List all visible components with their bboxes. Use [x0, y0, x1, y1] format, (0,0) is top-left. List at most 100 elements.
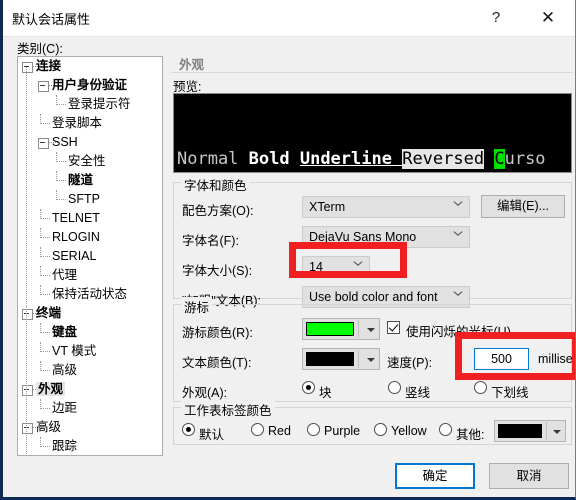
preview-text-segment	[484, 149, 494, 169]
tree-connector	[40, 294, 50, 295]
cancel-button[interactable]: 取消	[489, 463, 569, 489]
tree-item-label: 用户身份验证	[52, 78, 128, 92]
tree-item[interactable]: VT 模式	[18, 342, 162, 361]
tree-item[interactable]: TELNET	[18, 209, 162, 228]
divider	[358, 350, 359, 368]
tree-expander-icon[interactable]	[22, 62, 33, 73]
tree-item[interactable]: 保持活动状态	[18, 285, 162, 304]
panel-header: 外观	[171, 52, 573, 73]
tree-connector	[40, 399, 41, 409]
tree-item[interactable]: 终端	[18, 304, 162, 323]
tree-item-label: TELNET	[52, 211, 100, 225]
tree-connector	[40, 370, 50, 371]
tree-connector	[56, 161, 66, 162]
cursor-shape-label-block: 块	[319, 386, 332, 400]
tree-item[interactable]: 代理	[18, 266, 162, 285]
help-icon[interactable]: ?	[474, 0, 518, 35]
cursor-shape-label-underline: 下划线	[491, 386, 529, 400]
tab-color-radio-default[interactable]	[182, 423, 195, 436]
worksheet-tab-color-title: 工作表标签颜色	[181, 400, 275, 419]
font-size-select[interactable]: 14	[302, 256, 370, 278]
tree-item[interactable]: 边距	[18, 399, 162, 418]
tree-item[interactable]: 外观	[18, 380, 162, 399]
tree-item[interactable]: SSH	[18, 133, 162, 152]
tab-color-label-other: 其他:	[456, 428, 485, 442]
tree-expander-icon[interactable]	[22, 309, 33, 320]
tree-item[interactable]: 安全性	[18, 152, 162, 171]
tree-item-label: 隧道	[68, 173, 94, 187]
tree-item[interactable]: 高级	[18, 418, 162, 437]
tree-item[interactable]: 连接	[18, 57, 162, 76]
tree-item[interactable]: SERIAL	[18, 247, 162, 266]
tree-item[interactable]: 高级	[18, 361, 162, 380]
chevron-down-icon	[453, 292, 462, 301]
tree-connector	[40, 408, 50, 409]
tree-connector	[56, 180, 66, 181]
cursor-shape-radio-block[interactable]	[302, 381, 315, 394]
tree-connector	[40, 446, 50, 447]
tab-color-radio-red[interactable]	[251, 423, 264, 436]
tree-item[interactable]: 用户身份验证	[18, 76, 162, 95]
chevron-down-icon	[367, 358, 375, 362]
tree-item-label: RLOGIN	[52, 230, 100, 244]
other-tab-color-picker[interactable]	[494, 420, 566, 442]
font-color-group-title: 字体和颜色	[181, 175, 250, 194]
tree-connector	[40, 285, 41, 295]
close-icon[interactable]: ✕	[526, 0, 570, 35]
tree-connector	[40, 437, 41, 447]
blink-speed-label: 速度(P):	[387, 356, 433, 370]
preview-text-segment: urso	[504, 149, 546, 169]
tree-item[interactable]: 登录提示符	[18, 95, 162, 114]
ok-button[interactable]: 确定	[395, 463, 475, 489]
tree-item-label: 边距	[52, 401, 78, 415]
tree-connector	[40, 209, 41, 219]
cursor-shape-label-vertical: 竖线	[405, 386, 431, 400]
tree-item[interactable]: 跟踪	[18, 437, 162, 455]
text-color-picker[interactable]	[302, 348, 380, 370]
tree-expander-icon[interactable]	[38, 138, 49, 149]
cursor-group: 游标 游标颜色(R): 文本颜色(T): 外观(A): 块 竖线 下划线 使用闪…	[173, 297, 575, 402]
text-color-swatch	[306, 352, 354, 366]
blink-cursor-checkbox[interactable]	[387, 321, 400, 334]
tab-color-label-default: 默认	[199, 428, 225, 442]
cursor-color-picker[interactable]	[302, 318, 380, 340]
tree-connector	[40, 247, 41, 257]
tree-item-label: 登录脚本	[52, 116, 103, 130]
tree-connector	[40, 361, 41, 371]
tree-item[interactable]: SFTP	[18, 190, 162, 209]
tree-item-label: 高级	[36, 420, 62, 434]
tree-connector	[56, 199, 66, 200]
tree-item[interactable]: 登录脚本	[18, 114, 162, 133]
tree-connector	[56, 171, 57, 181]
cursor-group-title: 游标	[181, 297, 213, 316]
tab-color-radio-purple[interactable]	[307, 423, 320, 436]
tree-connector	[40, 114, 41, 124]
edit-scheme-button[interactable]: 编辑(E)...	[481, 195, 565, 218]
worksheet-tab-color-group: 工作表标签颜色 默认 Red Purple Yellow 其他:	[173, 400, 572, 445]
appearance-panel: 外观 预览: Normal Bold Underline Reversed Cu…	[171, 52, 575, 456]
tree-item-label: 安全性	[68, 154, 106, 168]
tree-item-label: SFTP	[68, 192, 100, 206]
session-properties-dialog: 默认会话属性 ? ✕ 类别(C): 连接 用户身份验证 登录提示符 登录脚本 SSH 安全…	[0, 0, 576, 500]
color-scheme-select[interactable]: XTerm	[302, 196, 470, 218]
tree-item[interactable]: 隧道	[18, 171, 162, 190]
cursor-shape-radio-vertical[interactable]	[388, 381, 401, 394]
category-tree[interactable]: 连接用户身份验证登录提示符登录脚本 SSH 安全性隧道 SFTP TELNET RLOGI…	[17, 56, 163, 456]
cursor-shape-radio-underline[interactable]	[474, 381, 487, 394]
blink-cursor-label: 使用闪烁的光标(U)	[406, 325, 511, 339]
font-name-select[interactable]: DejaVu Sans Mono	[302, 226, 470, 248]
tab-color-radio-yellow[interactable]	[374, 423, 387, 436]
tree-item-label: 代理	[52, 268, 78, 282]
tree-item[interactable]: RLOGIN	[18, 228, 162, 247]
tree-expander-icon[interactable]	[22, 423, 33, 434]
tree-connector	[40, 228, 41, 238]
font-name-label: 字体名(F):	[182, 234, 239, 248]
tab-color-radio-other[interactable]	[439, 423, 452, 436]
tree-connector	[56, 190, 57, 200]
tree-item-label: 保持活动状态	[52, 287, 128, 301]
tree-expander-icon[interactable]	[22, 385, 33, 396]
tree-connector	[40, 342, 41, 352]
tree-expander-icon[interactable]	[38, 81, 49, 92]
tree-item[interactable]: 键盘	[18, 323, 162, 342]
blink-speed-input[interactable]: 500	[474, 348, 529, 370]
